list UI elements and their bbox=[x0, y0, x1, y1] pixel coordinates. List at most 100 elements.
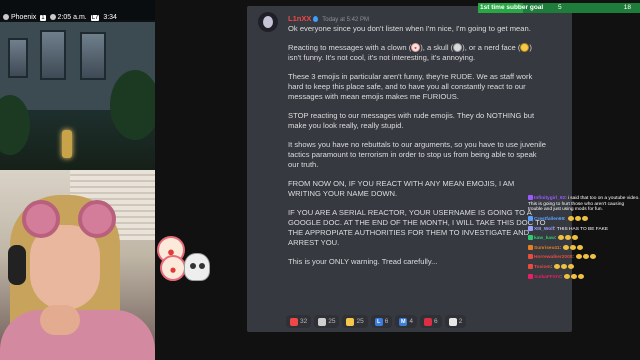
skull-eye bbox=[190, 263, 196, 269]
chat-username[interactable]: Toxiom bbox=[534, 265, 551, 270]
skull-icon bbox=[453, 42, 463, 52]
chat-badge-icon bbox=[528, 273, 533, 279]
chat-emote-icon bbox=[574, 216, 581, 222]
mouse-ear-right bbox=[78, 200, 116, 238]
reaction-skull[interactable]: 25 bbox=[314, 315, 340, 328]
reaction-count: 25 bbox=[356, 318, 364, 325]
reaction-count: 2 bbox=[458, 318, 463, 325]
skull-sticker-icon bbox=[184, 253, 210, 281]
chat-message: XIII_Wolf: THIS HAS TO BE FAKE bbox=[528, 225, 640, 233]
user-avatar[interactable] bbox=[258, 12, 278, 32]
message-text: our truth. bbox=[288, 160, 319, 170]
reaction-count: 25 bbox=[328, 318, 336, 325]
goal-current: 5 bbox=[558, 4, 562, 11]
chat-emote-icon bbox=[568, 263, 575, 269]
chat-badge-icon bbox=[528, 195, 533, 200]
chat-emote-icon bbox=[571, 273, 578, 279]
role-droplet-icon bbox=[313, 16, 319, 23]
message-text: messages with mean emojis makes me FURIO… bbox=[288, 92, 459, 102]
chat-badge-icon bbox=[528, 244, 533, 250]
message-username[interactable]: L1nXX bbox=[288, 14, 311, 23]
hud-player-name: Phoenix bbox=[11, 14, 37, 21]
message-text: WRITING YOUR NAME DOWN. bbox=[288, 188, 398, 198]
chat-username[interactable]: SuikaFFXIV bbox=[534, 274, 560, 279]
clown-icon bbox=[290, 317, 298, 326]
clown-icon bbox=[411, 42, 421, 52]
chat-username[interactable]: Horrewalker2000 bbox=[534, 255, 572, 260]
letter-l-icon: L bbox=[374, 317, 383, 326]
hud-extra: 3:34 bbox=[103, 14, 117, 21]
chat-message: Toxiom: bbox=[528, 263, 640, 271]
game-capture: Phoenix 1 2:05 a.m. L7 3:34 bbox=[0, 0, 155, 170]
chat-message: Crestfallen69: bbox=[528, 216, 640, 223]
message-text: This is your ONLY warning. Tread careful… bbox=[288, 256, 438, 266]
chat-username[interactable]: Crestfallen69 bbox=[534, 217, 564, 222]
chat-emote-icon bbox=[561, 263, 568, 269]
message-body: Ok everyone since you don't listen when … bbox=[288, 24, 560, 276]
reaction-count: 6 bbox=[433, 318, 438, 325]
chat-emote-icon bbox=[565, 235, 572, 241]
chat-message: Sunrisex41: bbox=[528, 244, 640, 252]
streamer-hand bbox=[40, 305, 80, 335]
reaction-nerd-face[interactable]: 25 bbox=[342, 315, 368, 328]
chat-separator: : bbox=[559, 245, 563, 251]
reaction-popcorn[interactable]: 2 bbox=[444, 315, 467, 328]
chat-badge-icon bbox=[528, 235, 533, 241]
nerd-face-icon bbox=[346, 317, 355, 326]
message-timestamp: Today at 5:42 PM bbox=[322, 17, 369, 23]
message-text: ARREST YOU. bbox=[288, 238, 340, 248]
message-text: STOP reacting to our messages with rude … bbox=[288, 110, 535, 120]
stream-layout: Phoenix 1 2:05 a.m. L7 3:34 L1nXX Today … bbox=[0, 0, 640, 360]
game-character bbox=[62, 130, 72, 158]
chat-message: Horrewalker2000: bbox=[528, 254, 640, 261]
message-text: FROM NOW ON, IF YOU REACT WITH ANY MEAN … bbox=[288, 178, 515, 188]
chat-username[interactable]: XIII_Wolf bbox=[534, 226, 554, 231]
reaction-letter-l[interactable]: L6 bbox=[370, 315, 393, 328]
chat-emote-icon bbox=[558, 235, 565, 241]
chat-emote-icon bbox=[572, 235, 579, 241]
chat-emote-icon bbox=[563, 244, 570, 250]
chat-emote-icon bbox=[564, 273, 571, 279]
building-window bbox=[80, 32, 106, 80]
mouse-ear-left bbox=[22, 200, 60, 238]
chat-badge-icon bbox=[528, 254, 533, 260]
chat-emote-icon bbox=[554, 263, 561, 269]
chat-message: Infinitygirl_92: i said that too on a yo… bbox=[528, 195, 640, 213]
popcorn-icon bbox=[448, 317, 457, 326]
building-window bbox=[40, 30, 66, 80]
message-paragraph: FROM NOW ON, IF YOU REACT WITH ANY MEAN … bbox=[288, 179, 560, 199]
message-paragraph: IF YOU ARE A SERIAL REACTOR, YOUR USERNA… bbox=[288, 208, 560, 249]
webcam-feed bbox=[0, 170, 155, 360]
message-text: make you look really, really stupid. bbox=[288, 120, 404, 130]
subscriber-goal-bar: 1st time subber goal 5 18 bbox=[478, 3, 640, 13]
goal-label: 1st time subber goal bbox=[480, 4, 544, 11]
reaction-clown[interactable]: 32 bbox=[286, 315, 312, 328]
chat-username[interactable]: Sunrisex41 bbox=[534, 246, 560, 251]
message-text: ), or a nerd face ( bbox=[462, 42, 521, 52]
reaction-count: 32 bbox=[300, 318, 308, 325]
chat-emote-icon bbox=[583, 254, 590, 260]
chat-separator: : bbox=[564, 216, 567, 222]
message-text: ), a skull ( bbox=[420, 42, 454, 52]
chat-username[interactable]: kaw_kaw bbox=[534, 236, 555, 241]
chat-separator: : bbox=[560, 274, 564, 280]
game-hud-text: Phoenix 1 2:05 a.m. L7 3:34 bbox=[3, 14, 119, 21]
red-circle-icon bbox=[423, 317, 432, 326]
clown-sticker-icon bbox=[160, 255, 186, 281]
chat-separator: : bbox=[550, 264, 554, 270]
chat-badge-icon bbox=[528, 225, 533, 231]
message-text: ) bbox=[529, 42, 532, 52]
chat-emote-icon bbox=[577, 244, 584, 250]
reaction-red-circle[interactable]: 6 bbox=[419, 315, 442, 328]
tree bbox=[110, 70, 155, 140]
chat-emote-icon bbox=[581, 216, 588, 222]
chat-emote-icon bbox=[570, 244, 577, 250]
message-text: IF YOU ARE A SERIAL REACTOR, YOUR USERNA… bbox=[288, 207, 532, 217]
avatar-icon bbox=[3, 14, 9, 21]
skull-icon bbox=[318, 317, 327, 326]
reaction-letter-m[interactable]: M4 bbox=[395, 315, 417, 328]
chat-username[interactable]: Infinitygirl_92 bbox=[534, 196, 565, 201]
hud-level-badge: L7 bbox=[90, 15, 100, 21]
chat-emote-icon bbox=[578, 273, 585, 279]
message-text: hard to keep this place safe, and to hav… bbox=[288, 81, 526, 91]
